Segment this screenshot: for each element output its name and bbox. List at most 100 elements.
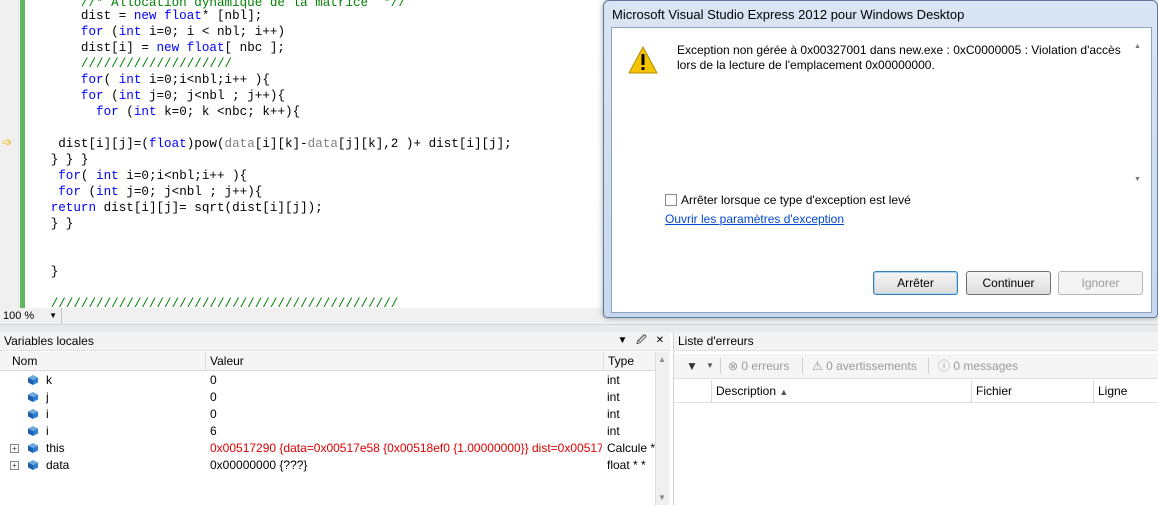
code-token: i=0; i < nbl; i++) (141, 25, 285, 39)
local-variable-icon (28, 409, 38, 419)
column-header-file[interactable]: Fichier (972, 380, 1094, 402)
error-list-column-header: Description ▲ Fichier Ligne (674, 380, 1158, 403)
code-token: for (80, 25, 104, 39)
error-list-toolbar: ▼ ▼ ⊗ 0 erreurs ⚠ 0 avertissements ⓘ 0 m… (674, 354, 1158, 379)
zoom-level-dropdown[interactable]: 100 % ▼ (0, 308, 62, 324)
code-token: ( (118, 105, 134, 119)
column-header-line[interactable]: Ligne (1094, 380, 1158, 402)
locals-row[interactable]: j 0 int (0, 389, 655, 406)
continue-button[interactable]: Continuer (966, 271, 1051, 295)
scroll-up-icon[interactable]: ▲ (1134, 43, 1141, 50)
code-token: for (58, 169, 81, 183)
scroll-down-icon[interactable]: ▼ (1134, 176, 1141, 183)
locals-row[interactable]: + this 0x00517290 {data=0x00517e58 {0x0051… (0, 440, 655, 457)
code-token: data (224, 137, 255, 151)
variable-name: k (46, 373, 52, 387)
code-line: for( int i=0;i<nbl;i++ ){ (28, 168, 247, 184)
error-icon: ⊗ (728, 359, 739, 373)
column-header-description[interactable]: Description ▲ (712, 380, 972, 402)
break-on-exception-label[interactable]: Arrêter lorsque ce type d'exception est … (681, 193, 911, 207)
code-token: float (164, 9, 202, 23)
variable-value: 0 (210, 373, 217, 387)
indicator-margin[interactable] (0, 0, 19, 308)
filter-icon[interactable]: ▼ (686, 354, 698, 378)
code-line: for( int i=0;i<nbl;i++ ){ (28, 72, 270, 88)
code-token: [j][k],2 )+ dist[i][j]; (337, 137, 512, 151)
error-list-title: Liste d'erreurs (674, 334, 760, 348)
zoom-level-value: 100 % (3, 310, 35, 322)
code-line: dist = new float* [nbl]; (28, 8, 262, 24)
scroll-down-icon[interactable]: ▼ (658, 493, 666, 502)
variable-name: this (46, 441, 65, 455)
locals-row[interactable]: i 6 int (0, 423, 655, 440)
locals-row[interactable]: k 0 int (0, 372, 655, 389)
warnings-filter-button[interactable]: ⚠ 0 avertissements (812, 354, 917, 378)
variable-value: 0x00000000 {???} (210, 458, 308, 472)
code-line: dist[i][j]=(float)pow(data[i][k]-data[j]… (28, 136, 512, 152)
code-token: [i][k]- (254, 137, 308, 151)
variable-name: data (46, 458, 70, 472)
open-exception-settings-link[interactable]: Ouvrir les paramètres d'exception (665, 212, 844, 226)
code-token: i=0;i<nbl;i++ ){ (118, 169, 248, 183)
locals-row[interactable]: + data 0x00000000 {???} float * * (0, 457, 655, 474)
expand-icon[interactable]: + (10, 461, 19, 470)
variable-type: int (607, 373, 620, 387)
code-token: k=0; k <nbc; k++){ (156, 105, 301, 119)
pin-icon[interactable]: 🖉 (636, 335, 647, 346)
code-line: for (int i=0; i < nbl; i++) (28, 24, 285, 40)
code-token: data (307, 137, 338, 151)
sort-ascending-icon: ▲ (779, 387, 789, 397)
break-on-exception-checkbox[interactable] (665, 194, 677, 206)
variable-type: Calcule * (607, 441, 655, 455)
locals-title-bar: Variables locales ▼ 🖉 ✕ (0, 332, 670, 351)
code-line: for (int k=0; k <nbc; k++){ (28, 104, 300, 120)
code-token: new (133, 9, 157, 23)
code-token: } } (50, 217, 74, 231)
filter-dropdown-icon[interactable]: ▼ (706, 354, 714, 378)
local-variable-icon (28, 460, 38, 470)
code-token: float (148, 137, 187, 151)
message-scrollbar[interactable]: ▲ ▼ (1131, 43, 1145, 183)
variable-value: 0 (210, 390, 217, 404)
code-line: return dist[i][j]= sqrt(dist[i][j]); (28, 200, 323, 216)
variable-type: int (607, 424, 620, 438)
code-token: ( (103, 25, 119, 39)
messages-filter-button[interactable]: ⓘ 0 messages (938, 354, 1018, 378)
break-button[interactable]: Arrêter (873, 271, 958, 295)
exception-dialog: Microsoft Visual Studio Express 2012 pou… (603, 0, 1158, 318)
variable-name: i (46, 407, 49, 421)
locals-row[interactable]: i 0 int (0, 406, 655, 423)
code-line: dist[i] = new float[ nbc ]; (28, 40, 285, 56)
local-variable-icon (28, 375, 38, 385)
dialog-body: Exception non gérée à 0x00327001 dans ne… (611, 27, 1152, 313)
warning-icon: ⚠ (812, 359, 823, 373)
ignore-button[interactable]: Ignorer (1058, 271, 1143, 295)
column-header-value[interactable]: Valeur (206, 352, 604, 370)
code-token: int (118, 25, 142, 39)
code-token: j=0; j<nbl ; j++){ (141, 89, 285, 103)
code-line: } } (28, 216, 74, 232)
window-position-dropdown-icon[interactable]: ▼ (617, 335, 627, 346)
column-header-type[interactable]: Type (604, 352, 655, 370)
code-token: j=0; j<nbl ; j++){ (118, 185, 263, 199)
code-token: ( (103, 89, 119, 103)
local-variable-icon (28, 443, 38, 453)
errors-filter-button[interactable]: ⊗ 0 erreurs (728, 354, 789, 378)
locals-vertical-scrollbar[interactable]: ▲ ▼ (655, 352, 669, 505)
local-variable-icon (28, 426, 38, 436)
code-token: } } } (50, 153, 89, 167)
close-icon[interactable]: ✕ (656, 335, 664, 346)
messages-count: 0 messages (953, 359, 1019, 373)
code-token: dist = (80, 9, 134, 23)
scroll-up-icon[interactable]: ▲ (658, 355, 666, 364)
dialog-title: Microsoft Visual Studio Express 2012 pou… (612, 7, 965, 22)
code-token: )pow( (186, 137, 225, 151)
code-token: * [nbl]; (201, 9, 263, 23)
code-token: ////////////////////////////////////////… (50, 297, 399, 308)
code-line: for (int j=0; j<nbl ; j++){ (28, 184, 262, 200)
code-token: //////////////////// (80, 57, 233, 71)
expand-icon[interactable]: + (10, 444, 19, 453)
chevron-down-icon: ▼ (49, 311, 57, 320)
variable-name: j (46, 390, 49, 404)
column-header-name[interactable]: Nom (0, 352, 206, 370)
